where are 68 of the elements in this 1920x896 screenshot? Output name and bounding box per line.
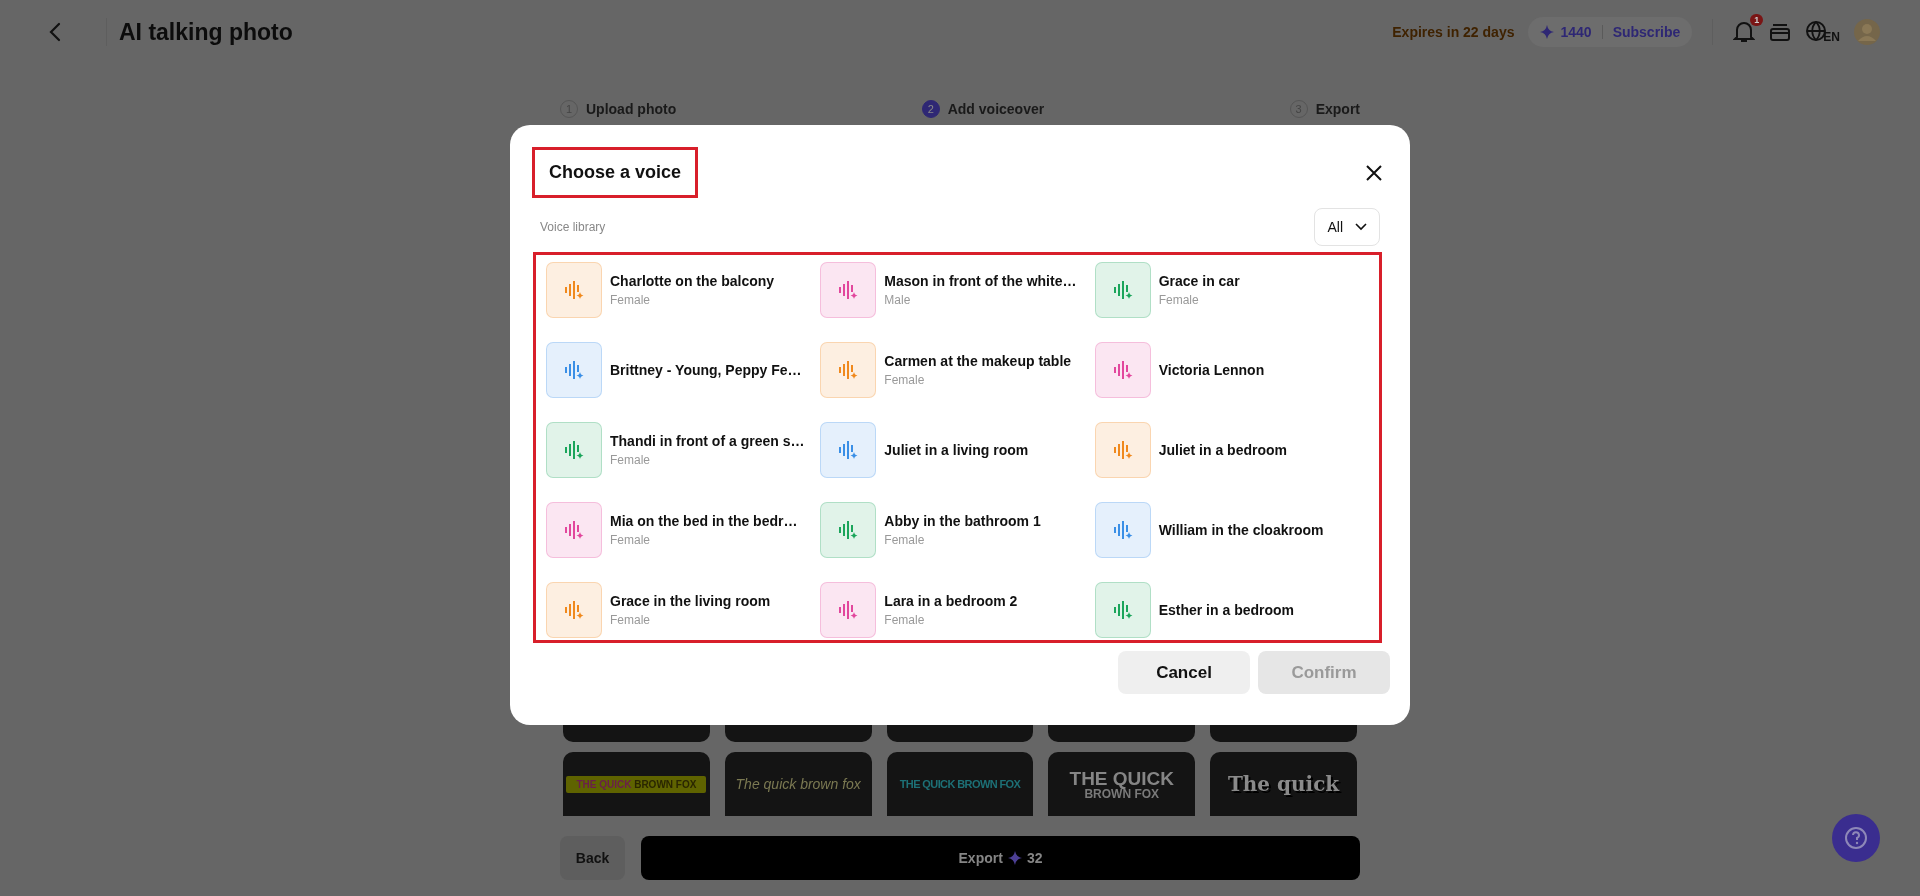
cancel-button[interactable]: Cancel xyxy=(1118,651,1250,694)
voice-name: Esther in a bedroom xyxy=(1158,602,1294,618)
style-sample: THE QUICK BROWN FOX xyxy=(899,778,1021,790)
style-card[interactable]: The quick brown fox xyxy=(724,752,872,816)
voice-gender: Female xyxy=(610,453,651,467)
voice-item[interactable]: Juliet in a living room xyxy=(820,422,1095,478)
voice-item[interactable]: Mason in front of the white… Male xyxy=(820,262,1095,318)
style-sample: THE QUICK BROWN FOX xyxy=(1069,768,1175,800)
page-title: AI talking photo xyxy=(119,18,293,46)
voice-name: Abby in the bathroom 1 xyxy=(884,513,1041,529)
voice-name: Grace in the living room xyxy=(610,593,771,609)
step-label: Upload photo xyxy=(586,101,677,117)
voice-item[interactable]: Lara in a bedroom 2 Female xyxy=(820,582,1095,638)
voice-item[interactable]: Juliet in a bedroom xyxy=(1094,422,1369,478)
voice-item[interactable]: Grace in the living room Female xyxy=(546,582,821,638)
sparkle-icon xyxy=(1007,851,1022,865)
voice-name: Mason in front of the white… xyxy=(884,273,1077,289)
style-sample: THE QUICK BROWN FOX xyxy=(566,775,707,793)
filter-dropdown[interactable]: All xyxy=(1314,208,1380,246)
voice-name: Mia on the bed in the bedr… xyxy=(610,513,798,529)
voice-item[interactable]: Abby in the bathroom 1 Female xyxy=(820,502,1095,558)
voice-name: Juliet in a living room xyxy=(884,442,1029,458)
step-label: Export xyxy=(1315,101,1360,117)
voice-gender: Female xyxy=(884,613,926,627)
voice-item[interactable]: Carmen at the makeup table Female xyxy=(820,342,1095,398)
voice-item[interactable]: Thandi in front of a green s… Female xyxy=(546,422,821,478)
chevron-down-icon xyxy=(1355,223,1367,231)
voice-gender: Female xyxy=(884,373,926,387)
voice-name: Brittney - Young, Peppy Fe… xyxy=(610,362,802,378)
close-icon[interactable] xyxy=(1366,164,1382,181)
style-sample: The quick xyxy=(1227,772,1340,796)
step-label: Add voiceover xyxy=(947,101,1045,117)
help-icon[interactable] xyxy=(1832,814,1880,862)
section-label: Voice library xyxy=(540,220,606,234)
voice-name: Lara in a bedroom 2 xyxy=(884,593,1018,609)
bell-icon[interactable] xyxy=(1733,20,1756,44)
voice-name: Thandi in front of a green s… xyxy=(610,433,805,449)
voice-item[interactable]: Mia on the bed in the bedr… Female xyxy=(546,502,821,558)
voice-name: William in the cloakroom xyxy=(1158,522,1324,538)
style-card[interactable]: THE QUICK BROWN FOX xyxy=(1048,752,1196,816)
voice-item[interactable]: Victoria Lennon xyxy=(1094,342,1369,398)
voice-name: Juliet in a bedroom xyxy=(1158,442,1287,458)
voice-gender: Female xyxy=(610,533,651,547)
voice-gender: Female xyxy=(610,293,651,307)
voice-name: Victoria Lennon xyxy=(1158,362,1265,378)
voice-item[interactable]: Esther in a bedroom xyxy=(1094,582,1369,638)
style-sample: The quick brown fox xyxy=(735,776,861,792)
expiry-notice: Expires in 22 days xyxy=(1392,24,1515,40)
notification-badge: 1 xyxy=(1750,14,1764,26)
back-icon[interactable] xyxy=(48,21,62,43)
export-button[interactable]: Export 32 xyxy=(641,836,1360,880)
step-number: 2 xyxy=(921,100,940,118)
dialog-title: Choose a voice xyxy=(532,147,699,198)
stack-icon[interactable] xyxy=(1769,21,1792,43)
voice-gender: Female xyxy=(884,533,926,547)
voice-gender: Male xyxy=(884,293,912,307)
voice-item[interactable]: Grace in car Female xyxy=(1094,262,1369,318)
style-card[interactable]: The quick xyxy=(1210,752,1357,816)
voice-name: Grace in car xyxy=(1158,273,1240,289)
voice-item[interactable]: Brittney - Young, Peppy Fe… xyxy=(546,342,821,398)
voice-gender: Female xyxy=(1158,293,1200,307)
voice-item[interactable]: William in the cloakroom xyxy=(1094,502,1369,558)
credit-count: 1440 xyxy=(1560,24,1592,40)
voice-item[interactable]: Charlotte on the balcony Female xyxy=(546,262,821,318)
voice-name: Charlotte on the balcony xyxy=(610,273,775,289)
sparkle-icon xyxy=(1540,25,1555,39)
voice-name: Carmen at the makeup table xyxy=(884,353,1072,369)
voice-gender: Female xyxy=(610,613,651,627)
